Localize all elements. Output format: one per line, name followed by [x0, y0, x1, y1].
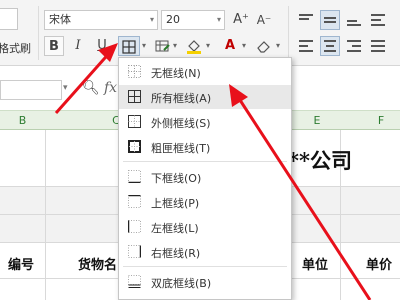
menu-item-label: 粗匣框线(T) — [151, 142, 211, 155]
header-cell-price[interactable]: 单价 — [366, 254, 392, 273]
ribbon-separator — [288, 6, 289, 60]
menu-item-right-border[interactable]: 右框线(R) — [119, 240, 291, 264]
thick-box-border-icon — [128, 140, 141, 153]
column-header-b[interactable]: B — [0, 111, 45, 131]
font-name-select[interactable]: 宋体 ▾ — [44, 10, 158, 30]
menu-item-left-border[interactable]: 左框线(L) — [119, 215, 291, 239]
chevron-down-icon: ▾ — [149, 15, 154, 24]
menu-item-label: 外侧框线(S) — [151, 117, 211, 130]
left-border-icon — [128, 220, 141, 233]
menu-item-all-borders[interactable]: 所有框线(A) — [119, 85, 291, 109]
font-color-button[interactable]: A — [220, 36, 240, 56]
header-cell-goods[interactable]: 货物名 — [78, 254, 117, 273]
zoom-icon[interactable]: 🔍︎ — [82, 80, 100, 96]
menu-separator — [123, 161, 287, 162]
no-border-icon — [128, 65, 141, 78]
cell-format-dropdown-arrow[interactable]: ▾ — [171, 36, 179, 56]
menu-item-label: 上框线(P) — [151, 197, 200, 210]
menu-item-outside-borders[interactable]: 外侧框线(S) — [119, 110, 291, 134]
ribbon-separator — [38, 6, 39, 60]
fx-icon[interactable]: fx — [104, 80, 117, 96]
bold-button[interactable]: B — [44, 36, 64, 56]
menu-item-double-bottom-border[interactable]: 双底框线(B) — [119, 270, 291, 294]
outside-borders-icon — [128, 115, 141, 128]
borders-dropdown-menu: 无框线(N) 所有框线(A) 外侧框线(S) 粗匣框线(T) 下框线(O) 上框… — [118, 57, 292, 300]
align-center-button[interactable] — [320, 36, 340, 56]
fill-color-button[interactable] — [184, 36, 204, 56]
double-bottom-border-icon — [128, 275, 141, 288]
menu-item-label: 无框线(N) — [151, 67, 201, 80]
paint-bucket-icon — [187, 40, 201, 54]
underline-button[interactable]: U — [92, 36, 112, 56]
font-color-dropdown-arrow[interactable]: ▾ — [240, 36, 248, 56]
menu-item-thick-box-border[interactable]: 粗匣框线(T) — [119, 135, 291, 159]
sheet-title-cell[interactable]: **公司 — [288, 145, 352, 175]
align-left-button[interactable] — [296, 36, 316, 56]
font-size-value: 20 — [166, 13, 180, 26]
align-right-button[interactable] — [344, 36, 364, 56]
cell-format-icon — [155, 40, 170, 52]
format-painter-label: 格式刷 — [0, 42, 31, 55]
menu-item-label: 双底框线(B) — [151, 277, 212, 290]
align-middle-button[interactable] — [320, 10, 340, 30]
italic-button[interactable]: I — [68, 36, 88, 56]
all-borders-icon — [122, 40, 136, 54]
cell-format-button[interactable] — [152, 36, 172, 56]
name-box[interactable] — [0, 80, 62, 100]
grid-line — [45, 130, 46, 300]
menu-item-label: 所有框线(A) — [151, 92, 212, 105]
format-painter-icon — [0, 8, 18, 30]
menu-item-top-border[interactable]: 上框线(P) — [119, 190, 291, 214]
menu-item-label: 右框线(R) — [151, 247, 201, 260]
all-borders-icon — [128, 90, 141, 103]
chevron-down-icon: ▾ — [216, 15, 221, 24]
menu-item-bottom-border[interactable]: 下框线(O) — [119, 165, 291, 189]
font-name-value: 宋体 — [49, 13, 71, 26]
format-painter-group[interactable]: 格式刷 — [0, 0, 40, 66]
menu-item-label: 左框线(L) — [151, 222, 199, 235]
borders-button[interactable] — [118, 36, 140, 56]
bottom-border-icon — [128, 170, 141, 183]
header-cell-unit[interactable]: 单位 — [302, 254, 328, 273]
column-header-f[interactable]: F — [362, 111, 400, 131]
borders-dropdown-arrow[interactable]: ▾ — [140, 36, 148, 56]
fill-color-dropdown-arrow[interactable]: ▾ — [204, 36, 212, 56]
decrease-font-button[interactable]: A⁻ — [254, 10, 274, 30]
increase-font-button[interactable]: A⁺ — [231, 10, 251, 30]
chevron-down-icon[interactable]: ▾ — [63, 83, 68, 93]
menu-item-no-border[interactable]: 无框线(N) — [119, 60, 291, 84]
font-size-select[interactable]: 20 ▾ — [161, 10, 225, 30]
right-border-icon — [128, 245, 141, 258]
menu-separator — [123, 266, 287, 267]
clear-format-button[interactable] — [254, 36, 274, 56]
justify-button[interactable] — [368, 36, 388, 56]
top-border-icon — [128, 195, 141, 208]
indent-button[interactable] — [368, 10, 388, 30]
eraser-icon — [257, 41, 270, 53]
menu-item-label: 下框线(O) — [151, 172, 202, 185]
align-top-button[interactable] — [296, 10, 316, 30]
font-color-glyph: A — [224, 38, 236, 53]
header-cell-id[interactable]: 编号 — [8, 254, 34, 273]
clear-format-dropdown-arrow[interactable]: ▾ — [274, 36, 282, 56]
align-bottom-button[interactable] — [344, 10, 364, 30]
column-header-e[interactable]: E — [294, 111, 340, 131]
